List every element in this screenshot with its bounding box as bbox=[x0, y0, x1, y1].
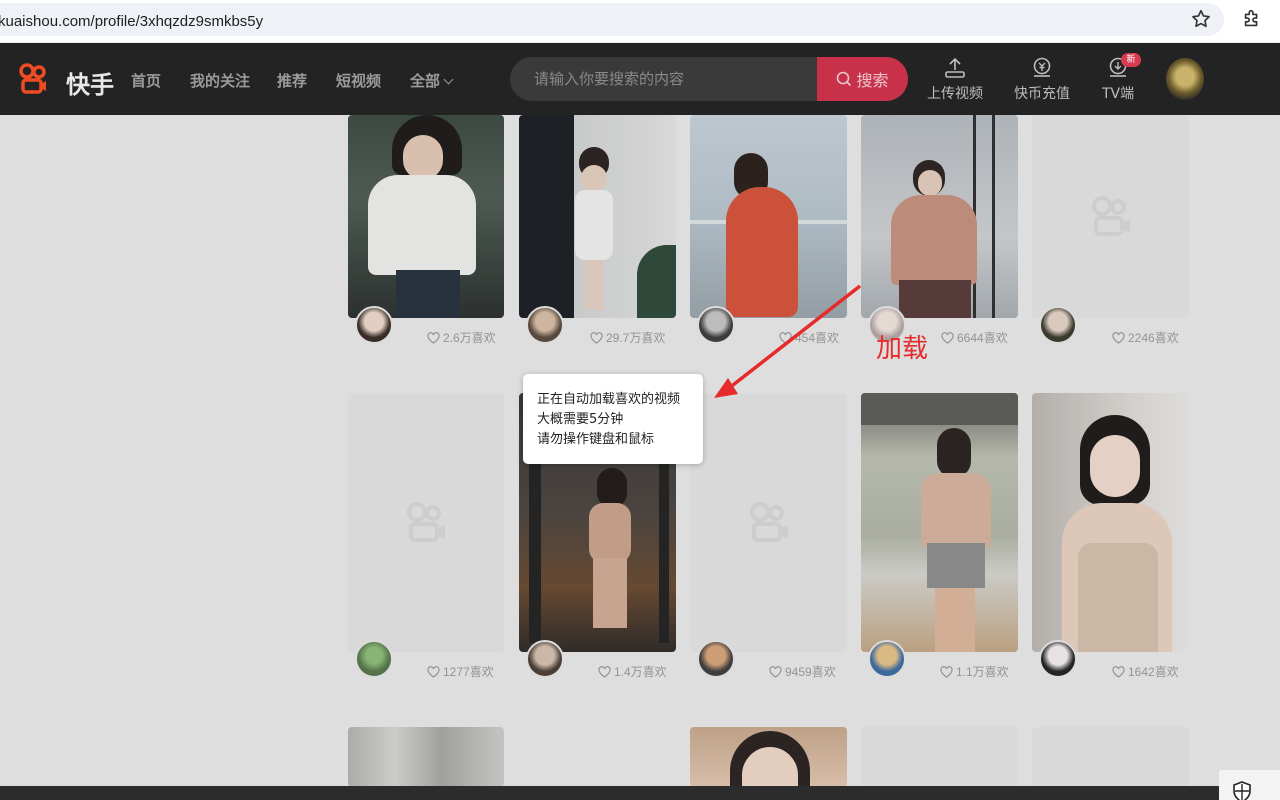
annotation-arrow-icon bbox=[714, 284, 862, 398]
video-thumbnail-placeholder[interactable] bbox=[861, 727, 1018, 787]
logo-text: 快手 bbox=[66, 71, 114, 99]
security-tray[interactable] bbox=[1219, 770, 1280, 800]
search-box: 搜索 bbox=[510, 57, 908, 101]
search-input[interactable] bbox=[510, 57, 816, 101]
video-thumbnail-placeholder[interactable] bbox=[1032, 727, 1189, 787]
search-icon bbox=[837, 71, 852, 87]
author-avatar[interactable] bbox=[868, 640, 906, 678]
video-thumbnail[interactable] bbox=[519, 115, 676, 318]
heart-icon bbox=[427, 332, 440, 344]
author-avatar[interactable] bbox=[355, 640, 393, 678]
video-thumbnail-placeholder[interactable] bbox=[348, 393, 504, 652]
likes-count: 6644喜欢 bbox=[941, 329, 1008, 346]
heart-icon bbox=[598, 666, 611, 678]
upload-icon bbox=[945, 57, 965, 78]
tooltip-line-2: 大概需要5分钟 bbox=[537, 412, 624, 427]
tooltip-line-3: 请勿操作键盘和鼠标 bbox=[537, 432, 655, 447]
url-text[interactable]: kuaishou.com/profile/3xhqzdz9smkbs5y bbox=[0, 13, 263, 30]
heart-icon bbox=[427, 666, 440, 678]
nav-following[interactable]: 我的关注 bbox=[190, 70, 250, 91]
coin-icon bbox=[1033, 57, 1051, 77]
upload-label: 上传视频 bbox=[927, 86, 983, 102]
extensions-puzzle-icon[interactable] bbox=[1241, 8, 1263, 30]
search-button[interactable]: 搜索 bbox=[817, 57, 908, 101]
recharge-label: 快币充值 bbox=[1014, 86, 1070, 102]
tv-label: TV端 bbox=[1102, 86, 1135, 102]
video-thumbnail[interactable] bbox=[348, 115, 504, 318]
video-thumbnail[interactable] bbox=[1032, 393, 1189, 652]
author-avatar[interactable] bbox=[1039, 640, 1077, 678]
nav-home[interactable]: 首页 bbox=[131, 70, 161, 91]
kuaishou-logo-icon bbox=[19, 63, 46, 94]
heart-icon bbox=[1112, 332, 1125, 344]
bookmark-star-icon[interactable] bbox=[1190, 8, 1212, 30]
video-thumbnail-placeholder[interactable] bbox=[1032, 115, 1189, 318]
new-badge: 新 bbox=[1121, 53, 1141, 67]
author-avatar[interactable] bbox=[1039, 306, 1077, 344]
nav-short-video[interactable]: 短视频 bbox=[336, 70, 381, 91]
video-thumbnail[interactable] bbox=[861, 115, 1018, 318]
kuaishou-placeholder-icon bbox=[749, 501, 788, 542]
site-header: 快手 首页 我的关注 推荐 短视频 全部 搜索 上传视频 快币充值 TV端 bbox=[0, 43, 1280, 115]
video-thumbnail[interactable] bbox=[348, 727, 504, 787]
heart-icon bbox=[769, 666, 782, 678]
upload-video-button[interactable]: 上传视频 bbox=[927, 57, 983, 103]
likes-count: 1.1万喜欢 bbox=[940, 663, 1009, 680]
heart-icon bbox=[941, 332, 954, 344]
tooltip-line-1: 正在自动加载喜欢的视频 bbox=[537, 392, 681, 407]
author-avatar[interactable] bbox=[697, 640, 735, 678]
nav-all-dropdown[interactable]: 全部 bbox=[410, 70, 454, 91]
chevron-down-icon bbox=[443, 74, 454, 85]
likes-count: 9459喜欢 bbox=[769, 663, 836, 680]
likes-count: 2.6万喜欢 bbox=[427, 329, 496, 346]
nav-recommend[interactable]: 推荐 bbox=[277, 70, 307, 91]
heart-icon bbox=[940, 666, 953, 678]
user-avatar[interactable] bbox=[1166, 58, 1204, 100]
kuaishou-placeholder-icon bbox=[1091, 195, 1130, 236]
annotation-text: 加载 bbox=[876, 334, 929, 364]
bottom-bar bbox=[0, 786, 1280, 800]
kuaishou-placeholder-icon bbox=[407, 501, 445, 542]
loading-tooltip: 正在自动加载喜欢的视频 大概需要5分钟 请勿操作键盘和鼠标 bbox=[523, 374, 703, 464]
likes-count: 1.4万喜欢 bbox=[598, 663, 667, 680]
shield-icon bbox=[1233, 781, 1251, 800]
nav-all-label: 全部 bbox=[410, 72, 441, 90]
likes-count: 1277喜欢 bbox=[427, 663, 494, 680]
video-thumbnail-placeholder[interactable] bbox=[690, 393, 847, 652]
likes-count: 1642喜欢 bbox=[1112, 663, 1179, 680]
video-thumbnail[interactable] bbox=[690, 727, 847, 787]
search-button-label: 搜索 bbox=[856, 71, 889, 90]
author-avatar[interactable] bbox=[526, 306, 564, 344]
likes-count: 29.7万喜欢 bbox=[590, 329, 665, 346]
browser-toolbar: kuaishou.com/profile/3xhqzdz9smkbs5y bbox=[0, 0, 1280, 42]
author-avatar[interactable] bbox=[355, 306, 393, 344]
heart-icon bbox=[1112, 666, 1125, 678]
author-avatar[interactable] bbox=[526, 640, 564, 678]
heart-icon bbox=[590, 332, 603, 344]
likes-count: 2246喜欢 bbox=[1112, 329, 1179, 346]
kuaishou-logo[interactable]: 快手 bbox=[18, 63, 114, 99]
video-thumbnail[interactable] bbox=[861, 393, 1018, 652]
recharge-button[interactable]: 快币充值 bbox=[1014, 57, 1070, 103]
address-bar[interactable]: kuaishou.com/profile/3xhqzdz9smkbs5y bbox=[0, 3, 1224, 36]
